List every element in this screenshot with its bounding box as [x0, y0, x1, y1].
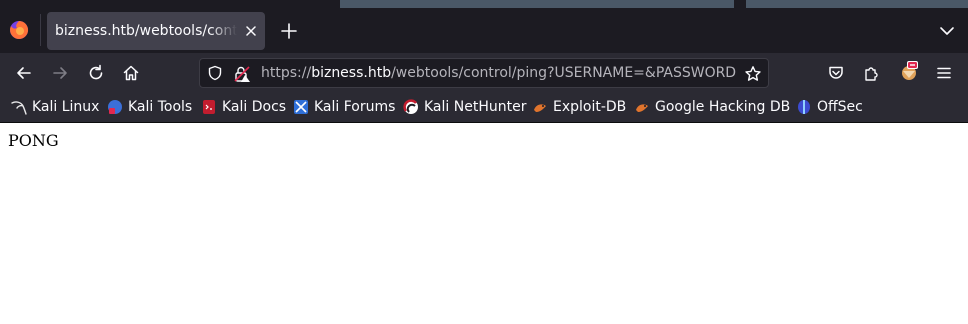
- page-content: PONG: [0, 123, 968, 324]
- url-scheme: https://: [261, 65, 312, 81]
- bookmark-kali-nethunter[interactable]: Kali NetHunter: [403, 93, 526, 121]
- foxyproxy-extension-icon[interactable]: [899, 60, 919, 82]
- back-arrow-icon[interactable]: [15, 64, 33, 82]
- bookmark-label: Exploit-DB: [553, 99, 627, 115]
- tab-close-icon[interactable]: [243, 23, 259, 39]
- exploit-db-icon: [534, 104, 546, 112]
- bookmarks-toolbar: Kali Linux Kali Tools Kali Docs Kali For…: [0, 93, 968, 123]
- tab-title: bizness.htb/webtools/control/ping?USERNA…: [55, 23, 237, 39]
- address-bar[interactable]: https://bizness.htb/webtools/control/pin…: [199, 58, 769, 88]
- bookmark-label: OffSec: [817, 99, 863, 115]
- url-path: /webtools/control/ping?USERNAME=&PASSWOR…: [391, 65, 737, 81]
- url-host: bizness.htb: [311, 65, 392, 81]
- firefox-menu-icon[interactable]: [9, 20, 29, 40]
- extensions-puzzle-icon[interactable]: [863, 64, 881, 82]
- bookmark-label: Google Hacking DB: [655, 99, 791, 115]
- insecure-lock-icon[interactable]: [233, 65, 251, 83]
- tab-strip: bizness.htb/webtools/control/ping?USERNA…: [0, 0, 968, 53]
- offsec-icon: [798, 100, 810, 114]
- bookmark-google-hacking-db[interactable]: Google Hacking DB: [634, 93, 790, 121]
- reload-icon[interactable]: [87, 64, 105, 82]
- bookmark-kali-docs[interactable]: Kali Docs: [201, 93, 286, 121]
- bookmark-label: Kali Docs: [222, 99, 287, 115]
- nethunter-icon: [403, 99, 418, 114]
- url-text[interactable]: https://bizness.htb/webtools/control/pin…: [261, 59, 737, 87]
- tracking-protection-shield-icon[interactable]: [207, 65, 223, 81]
- bookmark-exploit-db[interactable]: Exploit-DB: [532, 93, 626, 121]
- bookmark-kali-forums[interactable]: Kali Forums: [293, 93, 395, 121]
- tab-separator: [40, 14, 41, 46]
- titlebar-background: [340, 0, 968, 8]
- bookmark-star-icon[interactable]: [744, 65, 762, 83]
- kali-tools-icon: [108, 100, 122, 114]
- hamburger-menu-icon[interactable]: [935, 64, 953, 82]
- bookmark-label: Kali Linux: [32, 99, 100, 115]
- bookmark-label: Kali NetHunter: [424, 99, 527, 115]
- pocket-icon[interactable]: [827, 64, 845, 82]
- response-text: PONG: [8, 131, 59, 150]
- bookmark-label: Kali Tools: [128, 99, 193, 115]
- kali-dragon-icon: [11, 101, 27, 115]
- kali-forums-icon: [294, 100, 308, 114]
- bookmark-offsec[interactable]: OffSec: [796, 93, 863, 121]
- home-icon[interactable]: [122, 64, 140, 82]
- kali-docs-icon: [203, 100, 215, 114]
- list-all-tabs-chevron-icon[interactable]: [938, 24, 956, 38]
- ghdb-icon: [636, 104, 648, 112]
- new-tab-plus-icon[interactable]: [280, 22, 298, 40]
- navigation-toolbar: https://bizness.htb/webtools/control/pin…: [0, 53, 968, 93]
- bookmark-kali-linux[interactable]: Kali Linux: [11, 93, 99, 121]
- tab-active[interactable]: bizness.htb/webtools/control/ping?USERNA…: [47, 12, 265, 50]
- bookmark-kali-tools[interactable]: Kali Tools: [107, 93, 192, 121]
- bookmark-label: Kali Forums: [314, 99, 396, 115]
- forward-arrow-icon[interactable]: [51, 64, 69, 82]
